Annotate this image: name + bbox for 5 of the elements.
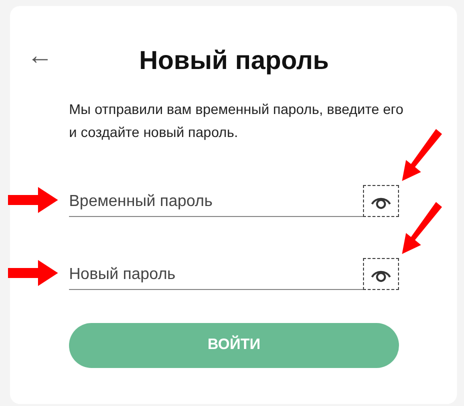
show-password-button[interactable] [363, 185, 399, 217]
instruction-text: Мы отправили вам временный пароль, введите его и создайте новый пароль. [69, 100, 404, 142]
back-button[interactable]: ← [27, 42, 53, 68]
show-password-button[interactable] [363, 258, 399, 290]
page-title: Новый пароль [139, 45, 329, 77]
